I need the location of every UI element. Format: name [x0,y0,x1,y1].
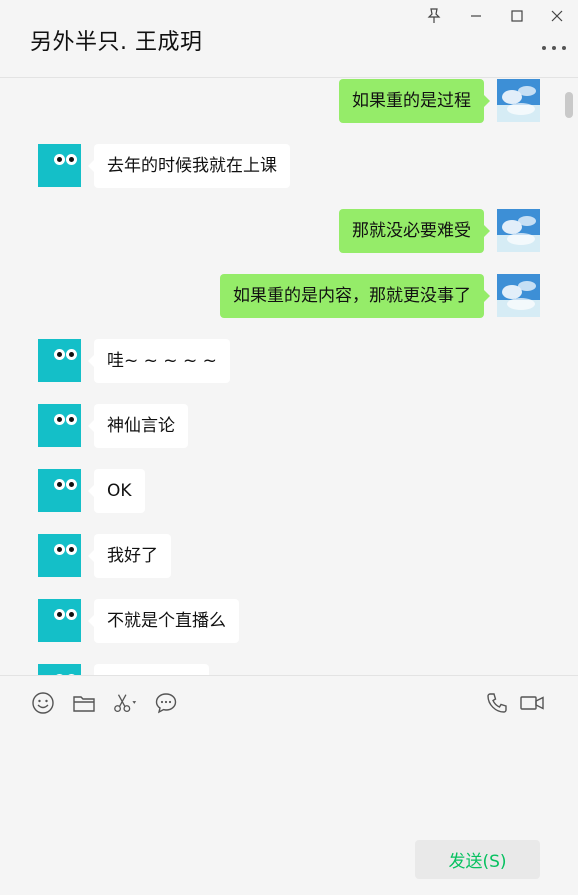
peer-avatar[interactable] [38,469,81,512]
message-bubble-peer[interactable]: 去年的时候我就在上课 [88,144,290,188]
message-row: 不就是个直播么 [0,599,578,645]
message-input[interactable] [0,725,578,825]
message-row: OK [0,469,578,515]
maximize-icon[interactable] [505,4,529,28]
pin-icon[interactable] [422,4,446,28]
avatar-eye [54,154,65,165]
more-dot [562,46,566,50]
message-bubble-peer[interactable]: 神仙言论 [88,404,188,448]
close-icon[interactable] [545,4,569,28]
self-avatar[interactable] [497,209,540,252]
peer-avatar[interactable] [38,534,81,577]
message-row: 我好了 [0,534,578,580]
message-bubble-peer[interactable]: 我好了 [88,534,171,578]
chat-title: 另外半只. 王成玥 [30,30,203,55]
message-bubble-peer[interactable] [94,664,209,675]
message-bubble-self[interactable]: 如果重的是过程 [339,79,490,123]
avatar-eye [66,479,77,490]
avatar-eye [54,414,65,425]
more-dot [552,46,556,50]
message-row [0,664,578,675]
peer-avatar[interactable] [38,404,81,447]
self-avatar[interactable] [497,274,540,317]
send-button[interactable]: 发送(S) [415,840,540,879]
message-row: 如果重的是过程 [0,79,578,125]
more-icon[interactable] [542,38,566,58]
emoji-icon[interactable] [30,690,56,716]
message-bubble-peer[interactable]: 哇~ ~ ~ ~ ~ [88,339,230,383]
peer-avatar[interactable] [38,599,81,642]
more-dot [542,46,546,50]
divider [0,675,578,676]
message-bubble-peer[interactable]: 不就是个直播么 [88,599,239,643]
message-row: 哇~ ~ ~ ~ ~ [0,339,578,385]
avatar-eye [66,609,77,620]
scissors-icon[interactable] [112,690,138,716]
minimize-icon[interactable] [464,4,488,28]
scrollbar-thumb[interactable] [565,92,573,118]
folder-icon[interactable] [71,690,97,716]
avatar-eye [54,609,65,620]
message-row: 那就没必要难受 [0,209,578,255]
avatar-eye [54,479,65,490]
peer-avatar[interactable] [38,339,81,382]
title-bar: 另外半只. 王成玥 [0,0,578,78]
avatar-eye [54,544,65,555]
video-icon[interactable] [519,690,545,716]
message-list[interactable]: 如果重的是过程 去年的时候我就在上课 那就没必要难受 如果重的是内容，那就更没事… [0,78,578,675]
avatar-eye [66,414,77,425]
avatar-eye [66,154,77,165]
self-avatar[interactable] [497,79,540,122]
avatar-eye [54,349,65,360]
peer-avatar[interactable] [38,144,81,187]
message-bubble-self[interactable]: 那就没必要难受 [339,209,490,253]
message-bubble-peer[interactable]: OK [88,469,145,513]
message-row: 如果重的是内容，那就更没事了 [0,274,578,320]
message-row: 去年的时候我就在上课 [0,144,578,190]
avatar-eye [66,544,77,555]
chat-bubble-icon[interactable] [153,690,179,716]
peer-avatar[interactable] [38,664,81,675]
phone-icon[interactable] [484,690,510,716]
message-row: 神仙言论 [0,404,578,450]
avatar-eye [66,349,77,360]
message-bubble-self[interactable]: 如果重的是内容，那就更没事了 [220,274,490,318]
